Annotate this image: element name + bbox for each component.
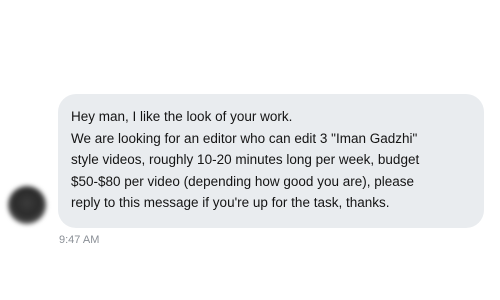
message-timestamp: 9:47 AM xyxy=(59,234,100,246)
sender-avatar[interactable] xyxy=(8,186,46,224)
message-line: reply to this message if you're up for t… xyxy=(71,195,390,210)
message-line: We are looking for an editor who can edi… xyxy=(71,130,418,146)
chat-thread: Hey man, I like the look of your work. W… xyxy=(0,0,500,300)
message-bubble[interactable]: Hey man, I like the look of your work. W… xyxy=(58,94,484,228)
message-line: style videos, roughly 10-20 minutes long… xyxy=(71,152,420,167)
message-line: $50-$80 per video (depending how good yo… xyxy=(71,173,414,189)
message-line: Hey man, I like the look of your work. xyxy=(71,109,293,124)
